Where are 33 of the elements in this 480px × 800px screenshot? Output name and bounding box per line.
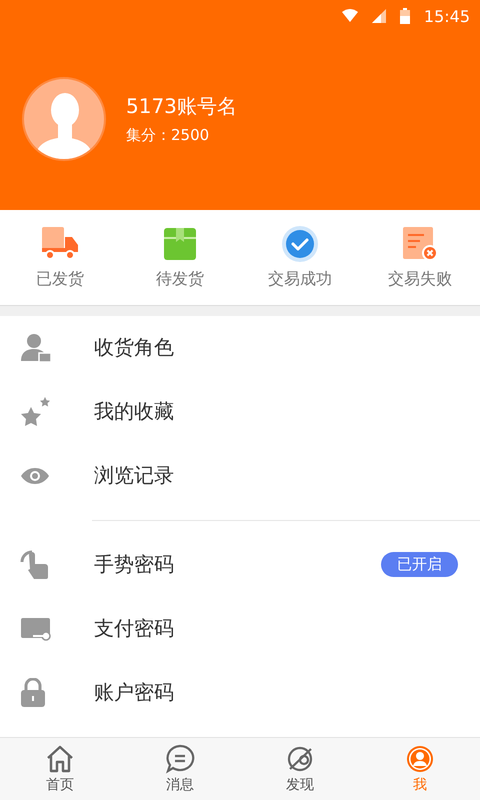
stars-icon xyxy=(20,396,52,428)
status-badge: 已开启 xyxy=(381,552,458,578)
battery-icon xyxy=(400,8,410,24)
order-status-button[interactable]: 交易失败 xyxy=(360,210,480,305)
chat-bubble-icon xyxy=(165,744,195,774)
points-text: 集分：2500 xyxy=(126,126,210,146)
document-cross-icon xyxy=(401,226,439,262)
menu-item[interactable]: 账户密码 xyxy=(94,679,458,706)
hand-pointer-icon xyxy=(20,550,50,580)
home-icon xyxy=(45,744,75,774)
menu-item[interactable]: 支付密码 xyxy=(94,615,458,642)
check-circle-icon xyxy=(281,224,319,263)
order-status-button[interactable]: 已发货 xyxy=(0,210,120,305)
wifi-icon xyxy=(342,9,358,23)
tab[interactable]: 发现 xyxy=(240,738,360,800)
user-icon xyxy=(20,332,52,363)
order-status-button[interactable]: 交易成功 xyxy=(240,210,360,305)
menu-item[interactable]: 我的收藏 xyxy=(94,398,458,426)
tab[interactable]: 首页 xyxy=(0,738,120,800)
status-time: 15:45 xyxy=(424,6,470,26)
package-icon xyxy=(163,226,197,261)
account-name: 5173账号名 xyxy=(126,93,237,120)
order-status-button[interactable]: 待发货 xyxy=(120,210,240,305)
eye-icon xyxy=(20,466,50,485)
menu-item[interactable]: 手势密码 xyxy=(94,551,381,578)
avatar[interactable] xyxy=(22,77,106,162)
user-circle-icon xyxy=(405,744,435,774)
card-key-icon xyxy=(20,616,52,641)
menu-item[interactable]: 收货角色 xyxy=(94,334,458,362)
menu-item[interactable]: 浏览记录 xyxy=(94,462,458,490)
signal-icon xyxy=(372,9,386,23)
lock-icon xyxy=(20,678,46,708)
tab[interactable]: 消息 xyxy=(120,738,240,800)
